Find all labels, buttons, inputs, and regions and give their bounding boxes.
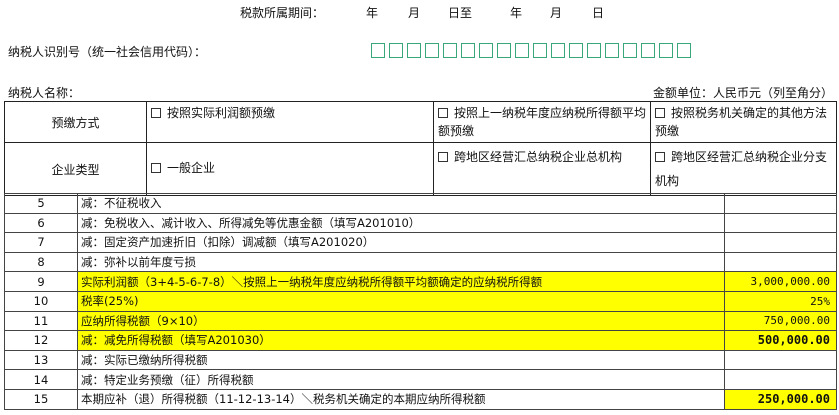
row-amount[interactable] [724, 349, 837, 371]
id-char-box[interactable] [461, 43, 475, 58]
table-row: 10 税率(25%) 25% [4, 290, 837, 312]
id-char-box[interactable] [587, 43, 601, 58]
id-char-box[interactable] [533, 43, 547, 58]
id-char-box[interactable] [623, 43, 637, 58]
row-description: 本期应补（退）所得税额（11-12-13-14）＼税务机关确定的本期应纳所得税额 [77, 388, 725, 410]
table-row: 8 减：弥补以前年度亏损 [4, 251, 837, 273]
row-amount[interactable]: 500,000.00 [724, 330, 837, 351]
table-row: 7 减：固定资产加速折旧（扣除）调减额（填写A201020） [4, 232, 837, 253]
tax-calc-table: 5 减：不征税收入 6 减：免税收入、减计收入、所得减免等优惠金额（填写A201010… [4, 193, 837, 410]
id-char-box[interactable] [497, 43, 511, 58]
option-label: 跨地区经营汇总纳税企业总机构 [454, 150, 623, 164]
id-char-box[interactable] [551, 43, 565, 58]
id-char-box[interactable] [425, 43, 439, 58]
table-row: 13 减：实际已缴纳所得税额 [4, 349, 837, 371]
id-char-box[interactable] [605, 43, 619, 58]
period-year-end: 年 [510, 6, 523, 20]
row-description: 减：不征税收入 [77, 193, 725, 214]
id-char-box[interactable] [389, 43, 403, 58]
row-description: 减：减免所得税额（填写A201030） [77, 330, 725, 351]
id-char-box[interactable] [407, 43, 421, 58]
id-char-box[interactable] [641, 43, 655, 58]
row-number: 7 [4, 232, 78, 253]
row-amount[interactable] [724, 212, 837, 234]
row-number: 11 [4, 310, 78, 332]
enterprise-type-label: 企业类型 [4, 142, 147, 196]
row-description: 税率(25%) [77, 290, 725, 312]
option-label: 按照税务机关确定的其他方法预缴 [655, 106, 828, 138]
row-amount[interactable]: 250,000.00 [724, 388, 837, 410]
option-label: 按照实际利润额预缴 [167, 106, 276, 120]
table-row: 12 减：减免所得税额（填写A201030） 500,000.00 [4, 330, 837, 351]
row-number: 9 [4, 271, 78, 292]
period-label: 税款所属期间： [240, 6, 325, 20]
checkbox-icon[interactable] [655, 107, 665, 118]
row-number: 5 [4, 193, 78, 214]
row-amount[interactable]: 25% [724, 290, 837, 312]
row-description: 减：免税收入、减计收入、所得减免等优惠金额（填写A201010） [77, 212, 725, 234]
id-char-box[interactable] [659, 43, 673, 58]
taxpayer-name-label: 纳税人名称： [8, 86, 81, 100]
table-row: 5 减：不征税收入 [4, 193, 837, 214]
table-row: 9 实际利润额（3+4-5-6-7-8）＼按照上一纳税年度应纳税所得额平均额确定的… [4, 271, 837, 292]
checkbox-icon[interactable] [438, 107, 448, 118]
prepay-option-actual[interactable]: 按照实际利润额预缴 [146, 101, 434, 143]
period-day-to: 日至 [448, 6, 473, 20]
row-description: 应纳所得税额（9×10） [77, 310, 725, 332]
id-char-box[interactable] [515, 43, 529, 58]
row-description: 实际利润额（3+4-5-6-7-8）＼按照上一纳税年度应纳税所得额平均额确定的应… [77, 271, 725, 292]
row-number: 10 [4, 290, 78, 312]
period-day-end: 日 [592, 6, 605, 20]
id-char-box[interactable] [569, 43, 583, 58]
checkbox-icon[interactable] [438, 151, 448, 162]
taxpayer-id-boxes[interactable] [371, 43, 691, 58]
id-char-box[interactable] [479, 43, 493, 58]
id-char-box[interactable] [677, 43, 691, 58]
row-number: 12 [4, 330, 78, 351]
row-number: 15 [4, 388, 78, 410]
prepay-option-other[interactable]: 按照税务机关确定的其他方法预缴 [650, 101, 837, 143]
enterprise-option-head[interactable]: 跨地区经营汇总纳税企业总机构 [433, 142, 651, 196]
row-description: 减：固定资产加速折旧（扣除）调减额（填写A201020） [77, 232, 725, 253]
row-amount[interactable]: 3,000,000.00 [724, 271, 837, 292]
row-description: 减：实际已缴纳所得税额 [77, 349, 725, 371]
period-month: 月 [408, 6, 421, 20]
prepay-option-average[interactable]: 按照上一纳税年度应纳税所得额平均额预缴 [433, 101, 651, 143]
id-char-box[interactable] [443, 43, 457, 58]
row-number: 6 [4, 212, 78, 234]
row-number: 14 [4, 369, 78, 390]
row-amount[interactable] [724, 232, 837, 253]
amount-unit: 金额单位：人民币元（列至角分） [652, 86, 833, 100]
table-row: 14 减：特定业务预缴（征）所得税额 [4, 369, 837, 390]
option-label: 按照上一纳税年度应纳税所得额平均额预缴 [438, 106, 647, 138]
taxpayer-id-label: 纳税人识别号（统一社会信用代码）： [8, 45, 207, 59]
row-amount[interactable] [724, 369, 837, 390]
period-month-end: 月 [550, 6, 563, 20]
checkbox-icon[interactable] [151, 162, 161, 173]
enterprise-option-general[interactable]: 一般企业 [146, 142, 434, 196]
enterprise-option-branch[interactable]: 跨地区经营汇总纳税企业分支机构 [650, 142, 837, 196]
row-number: 13 [4, 349, 78, 371]
prepay-type-table: 预缴方式 按照实际利润额预缴 按照上一纳税年度应纳税所得额平均额预缴 按照税务机… [4, 101, 837, 196]
row-description: 减：弥补以前年度亏损 [77, 251, 725, 273]
table-row: 6 减：免税收入、减计收入、所得减免等优惠金额（填写A201010） [4, 212, 837, 234]
table-row: 15 本期应补（退）所得税额（11-12-13-14）＼税务机关确定的本期应纳所得… [4, 388, 837, 410]
checkbox-icon[interactable] [151, 107, 161, 118]
id-char-box[interactable] [371, 43, 385, 58]
prepay-method-label: 预缴方式 [4, 101, 147, 143]
row-amount[interactable] [724, 193, 837, 214]
option-label: 一般企业 [167, 161, 216, 175]
row-amount[interactable] [724, 251, 837, 273]
row-description: 减：特定业务预缴（征）所得税额 [77, 369, 725, 390]
row-amount[interactable]: 750,000.00 [724, 310, 837, 332]
period-year: 年 [366, 6, 379, 20]
checkbox-icon[interactable] [655, 151, 665, 162]
row-number: 8 [4, 251, 78, 273]
table-row: 11 应纳所得税额（9×10） 750,000.00 [4, 310, 837, 332]
option-label: 跨地区经营汇总纳税企业分支机构 [655, 150, 828, 188]
